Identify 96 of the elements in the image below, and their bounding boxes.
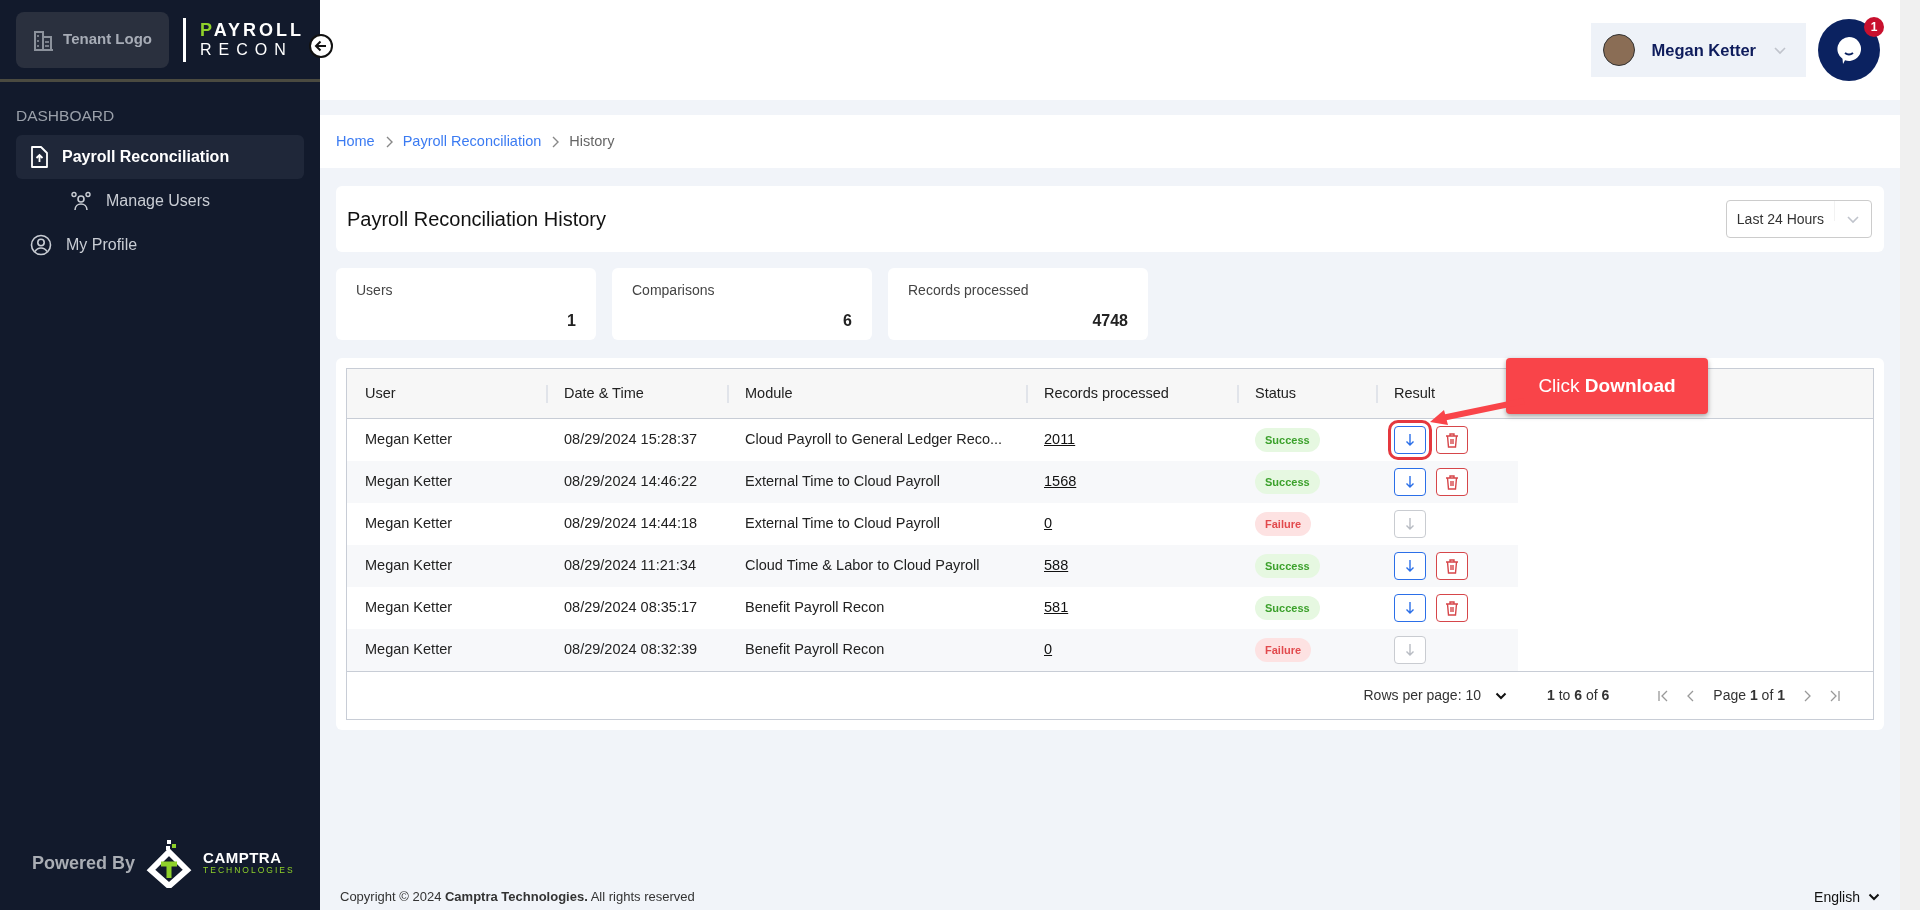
stat-label: Records processed — [908, 281, 1030, 300]
table-cell-text: Megan Ketter — [364, 472, 454, 492]
table-cell-text: External Time to Cloud Payroll — [744, 514, 942, 534]
page-range: 1 to 6 of 6 — [1547, 686, 1610, 705]
status-badge: Success — [1255, 469, 1320, 495]
chevron-down-icon — [1495, 690, 1507, 701]
breadcrumb-link[interactable]: Home — [336, 130, 375, 153]
column-header: Date & Time — [546, 369, 727, 418]
breadcrumb-link[interactable]: Payroll Reconciliation — [402, 130, 542, 153]
time-range-select[interactable]: Last 24 Hours — [1725, 200, 1872, 238]
table-cell-text: Megan Ketter — [364, 556, 454, 576]
status-badge: Success — [1255, 553, 1320, 579]
chat-bubble-icon — [1834, 35, 1864, 65]
brand-mark-icon — [145, 838, 194, 888]
download-arrow-icon — [1405, 559, 1415, 573]
page-title: Payroll Reconciliation History — [347, 207, 606, 231]
nav-item[interactable]: Manage Users — [16, 179, 304, 224]
records-link[interactable]: 2011 — [1044, 429, 1076, 451]
users-icon — [70, 191, 92, 212]
column-header: Records processed — [1026, 369, 1237, 418]
table-cell-text: 08/29/2024 14:46:22 — [563, 472, 699, 492]
table-cell-text: External Time to Cloud Payroll — [744, 472, 942, 492]
notification-badge: 1 — [1864, 17, 1884, 37]
first-page-icon — [1657, 688, 1670, 703]
download-arrow-icon — [1405, 433, 1415, 447]
collapse-button[interactable] — [309, 34, 333, 58]
arrow-left-icon — [314, 39, 328, 53]
app-logo-text: RECON — [200, 40, 294, 59]
download-arrow-icon — [1405, 475, 1415, 489]
download-arrow-icon — [1405, 601, 1415, 615]
download-button[interactable] — [1394, 594, 1426, 622]
table-cell-text: Megan Ketter — [364, 430, 454, 450]
powered-by-label: Powered By — [32, 851, 136, 875]
download-arrow-icon — [1405, 517, 1415, 531]
tenant-logo: Tenant Logo — [16, 11, 170, 68]
records-link[interactable]: 581 — [1044, 597, 1069, 619]
column-header: Module — [727, 369, 1026, 418]
trash-icon — [1445, 474, 1459, 490]
table-cell-text: Megan Ketter — [364, 514, 454, 534]
trash-icon — [1445, 600, 1459, 616]
chevron-right-icon — [384, 135, 393, 148]
stat-value: 6 — [842, 311, 852, 331]
table-cell-text: 08/29/2024 08:32:39 — [563, 640, 699, 660]
page-indicator: Page 1 of 1 — [1713, 686, 1785, 705]
brand-tagline: TECHNOLOGIES — [203, 864, 295, 876]
app-logo-text: PAYROLL — [200, 20, 304, 41]
building-icon — [33, 28, 54, 51]
table-cell-text: Benefit Payroll Recon — [744, 640, 886, 660]
table-cell-text: 08/29/2024 15:28:37 — [563, 430, 699, 450]
stat-label: Comparisons — [632, 281, 716, 300]
language-select[interactable]: English — [1814, 886, 1880, 908]
user-circle-icon — [30, 234, 52, 257]
user-menu[interactable]: Megan Ketter — [1591, 23, 1806, 77]
stat-label: Users — [356, 281, 394, 300]
trash-icon — [1445, 432, 1459, 448]
download-arrow-icon — [1405, 643, 1415, 657]
column-header: Status — [1237, 369, 1376, 418]
last-page-icon — [1829, 688, 1841, 703]
status-badge: Success — [1255, 427, 1320, 453]
delete-button[interactable] — [1436, 468, 1468, 496]
table-cell-text: Cloud Payroll to General Ledger Reco... — [744, 430, 1004, 450]
table-cell-text: 08/29/2024 08:35:17 — [563, 598, 699, 618]
file-upload-icon — [30, 146, 48, 169]
table-cell-text: 08/29/2024 14:44:18 — [563, 514, 699, 534]
trash-icon — [1445, 558, 1459, 574]
section-label: DASHBOARD — [16, 106, 116, 126]
table-cell-text: Megan Ketter — [364, 598, 454, 618]
chevron-down-icon — [1868, 892, 1880, 902]
download-button[interactable] — [1394, 468, 1426, 496]
brand-name: CAMPTRA — [203, 849, 283, 865]
status-badge: Failure — [1255, 511, 1312, 537]
breadcrumb-current: History — [569, 131, 615, 151]
table-cell-text: Benefit Payroll Recon — [744, 598, 886, 618]
nav-item[interactable]: Payroll Reconciliation — [16, 135, 304, 180]
records-link[interactable]: 0 — [1044, 513, 1053, 535]
download-button[interactable] — [1394, 552, 1426, 580]
table-cell-text: Cloud Time & Labor to Cloud Payroll — [744, 556, 981, 576]
status-badge: Failure — [1255, 637, 1312, 663]
avatar-placeholder — [1603, 34, 1636, 66]
copyright-text: Copyright © 2024 Camptra Technologies. All rights reserved — [340, 888, 695, 907]
stat-value: 1 — [566, 311, 576, 331]
table-cell-text: Megan Ketter — [364, 640, 454, 660]
callout-label: Click Download — [1506, 358, 1708, 414]
chevron-right-icon — [551, 135, 560, 148]
records-link[interactable]: 1568 — [1044, 471, 1077, 493]
column-header: User — [364, 383, 397, 403]
records-link[interactable]: 588 — [1044, 555, 1069, 577]
rows-per-page-select[interactable]: Rows per page: 10 — [1363, 685, 1507, 706]
status-badge: Success — [1255, 595, 1320, 621]
delete-button[interactable] — [1436, 594, 1468, 622]
records-link[interactable]: 0 — [1044, 639, 1053, 661]
delete-button[interactable] — [1436, 552, 1468, 580]
nav-item[interactable]: My Profile — [16, 223, 304, 268]
delete-button[interactable] — [1436, 426, 1468, 454]
table-cell-text: 08/29/2024 11:21:34 — [563, 556, 697, 576]
stat-value: 4748 — [1091, 311, 1128, 331]
